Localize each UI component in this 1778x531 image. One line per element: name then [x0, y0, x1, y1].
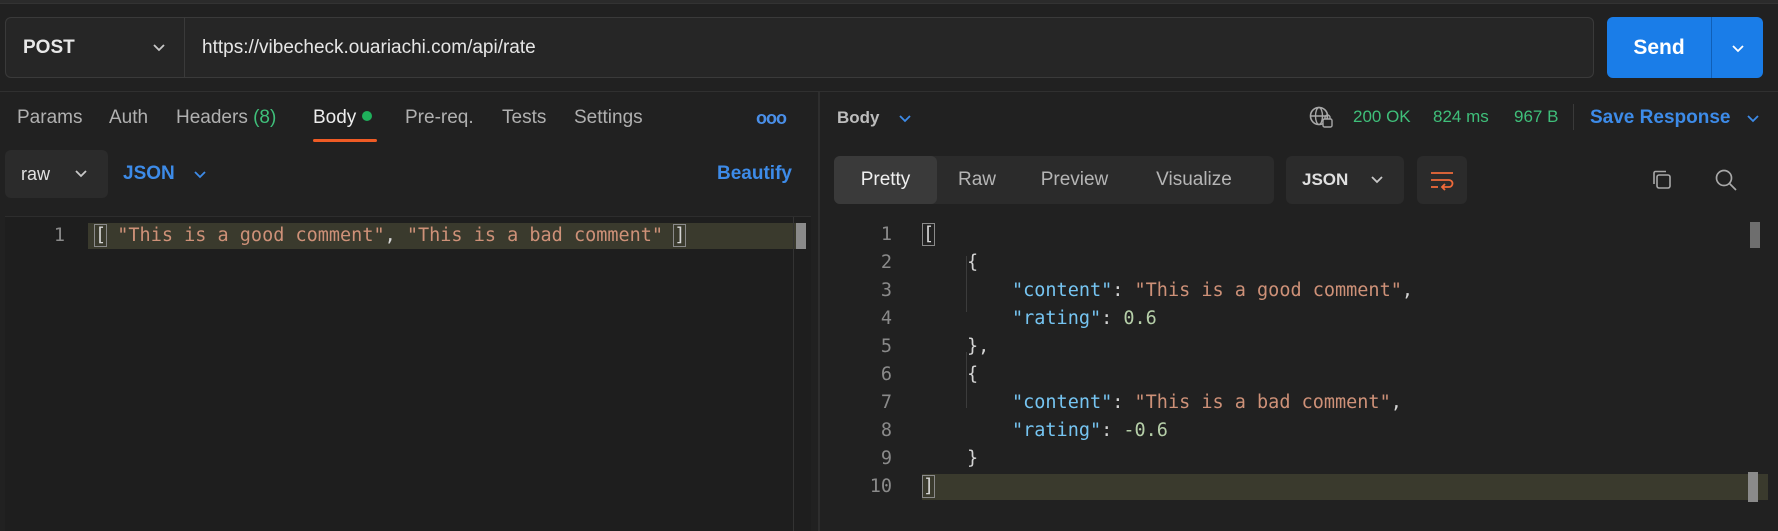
json-key: "rating"	[1012, 420, 1102, 441]
comma: ,	[384, 225, 396, 246]
copy-icon[interactable]	[1650, 168, 1674, 192]
response-size[interactable]: 967 B	[1514, 107, 1558, 127]
line-number: 9	[880, 448, 892, 469]
close-brace: },	[967, 336, 990, 357]
json-key: "rating"	[1012, 308, 1102, 329]
beautify-button[interactable]: Beautify	[717, 163, 792, 185]
scrollbar-marker	[1748, 472, 1758, 502]
line-number: 7	[880, 392, 892, 413]
tab-raw[interactable]: Raw	[937, 156, 1017, 204]
save-response-button[interactable]: Save Response	[1590, 107, 1762, 129]
chevron-down-icon	[194, 171, 206, 179]
json-number: -0.6	[1123, 420, 1168, 441]
close-bracket: ]	[921, 475, 936, 498]
wrap-lines-button[interactable]	[1417, 156, 1467, 204]
send-button[interactable]: Send	[1607, 36, 1711, 60]
tab-pretty[interactable]: Pretty	[834, 156, 937, 204]
status-code[interactable]: 200 OK	[1353, 107, 1411, 127]
toolbar-divider	[0, 91, 1778, 92]
tab-headers[interactable]: Headers (8)	[176, 107, 276, 129]
tab-prereq[interactable]: Pre-req.	[405, 107, 474, 129]
scrollbar-thumb[interactable]	[796, 223, 806, 249]
line-number: 6	[880, 364, 892, 385]
line-number: 8	[880, 420, 892, 441]
line-number: 4	[880, 308, 892, 329]
tab-headers-label: Headers	[176, 107, 248, 128]
save-response-label: Save Response	[1590, 107, 1731, 128]
body-language-label: JSON	[123, 163, 175, 184]
json-number: 0.6	[1123, 308, 1157, 329]
tab-preview[interactable]: Preview	[1017, 156, 1132, 204]
editor-gutter-line	[793, 217, 794, 531]
line-number: 5	[880, 336, 892, 357]
response-body-viewer[interactable]: 1 2 3 4 5 6 7 8 9 10 [ { "content": "Thi…	[820, 216, 1778, 531]
line-number: 10	[869, 476, 892, 497]
json-string: "This is a good comment"	[1134, 280, 1402, 301]
json-key: "content"	[1012, 392, 1113, 413]
more-options-icon[interactable]: ooo	[756, 108, 787, 129]
tab-tests[interactable]: Tests	[502, 107, 546, 129]
tab-body[interactable]: Body	[313, 107, 373, 129]
chevron-down-icon	[153, 44, 165, 52]
response-section-label: Body	[837, 108, 880, 127]
body-mode-label: raw	[21, 163, 51, 184]
headers-count: (8)	[253, 107, 277, 128]
close-brace: }	[967, 448, 979, 469]
url-text: https://vibecheck.ouariachi.com/api/rate	[202, 36, 536, 58]
tab-params[interactable]: Params	[17, 107, 82, 129]
response-format-label: JSON	[1302, 170, 1349, 189]
body-mode-select[interactable]: raw	[5, 150, 108, 198]
url-input[interactable]: https://vibecheck.ouariachi.com/api/rate	[185, 17, 1594, 78]
top-border	[0, 0, 1778, 4]
current-line-highlight	[922, 474, 1768, 500]
search-icon[interactable]	[1714, 168, 1738, 192]
tab-visualize[interactable]: Visualize	[1132, 156, 1256, 204]
request-code-line: [ "This is a good comment", "This is a b…	[93, 224, 687, 247]
body-modified-dot	[362, 110, 373, 121]
status-divider	[1573, 104, 1574, 130]
request-item: "This is a good comment"	[117, 225, 385, 246]
send-options-button[interactable]	[1712, 39, 1763, 57]
line-number: 2	[880, 252, 892, 273]
response-format-select[interactable]: JSON	[1286, 156, 1404, 204]
chevron-down-icon	[1747, 115, 1760, 123]
method-label: POST	[23, 36, 75, 58]
response-section-select[interactable]: Body	[837, 108, 914, 128]
response-code-line: "content": "This is a bad comment",	[1012, 392, 1402, 413]
body-language-select[interactable]: JSON	[123, 150, 209, 198]
chevron-down-icon	[1731, 44, 1744, 52]
open-brace: {	[967, 252, 979, 273]
network-globe-icon[interactable]	[1308, 104, 1334, 130]
line-number: 1	[880, 224, 892, 245]
method-select[interactable]: POST	[5, 17, 185, 78]
line-number: 1	[53, 225, 65, 246]
response-code-line: "rating": -0.6	[1012, 420, 1168, 441]
wrap-lines-icon	[1431, 172, 1454, 191]
tab-auth[interactable]: Auth	[109, 107, 148, 129]
line-number: 3	[880, 280, 892, 301]
json-string: "This is a bad comment"	[1134, 392, 1391, 413]
open-bracket: [	[921, 223, 936, 246]
request-body-editor[interactable]: 1 [ "This is a good comment", "This is a…	[5, 216, 811, 531]
close-bracket: ]	[673, 224, 687, 247]
json-key: "content"	[1012, 280, 1113, 301]
tab-body-label: Body	[313, 107, 357, 128]
open-brace: {	[967, 364, 979, 385]
chevron-down-icon	[75, 170, 87, 178]
response-code-line: "content": "This is a good comment",	[1012, 280, 1413, 301]
request-item: "This is a bad comment"	[406, 225, 664, 246]
chevron-down-icon	[1371, 176, 1383, 184]
tab-settings[interactable]: Settings	[574, 107, 643, 129]
send-button-group: Send	[1607, 17, 1763, 78]
active-tab-underline	[313, 139, 377, 142]
response-code-line: "rating": 0.6	[1012, 308, 1157, 329]
scrollbar-thumb[interactable]	[1750, 222, 1760, 248]
response-time[interactable]: 824 ms	[1433, 107, 1489, 127]
open-bracket: [	[93, 224, 108, 247]
response-view-tabs: Pretty Raw Preview Visualize	[834, 156, 1274, 204]
chevron-down-icon	[898, 115, 911, 123]
